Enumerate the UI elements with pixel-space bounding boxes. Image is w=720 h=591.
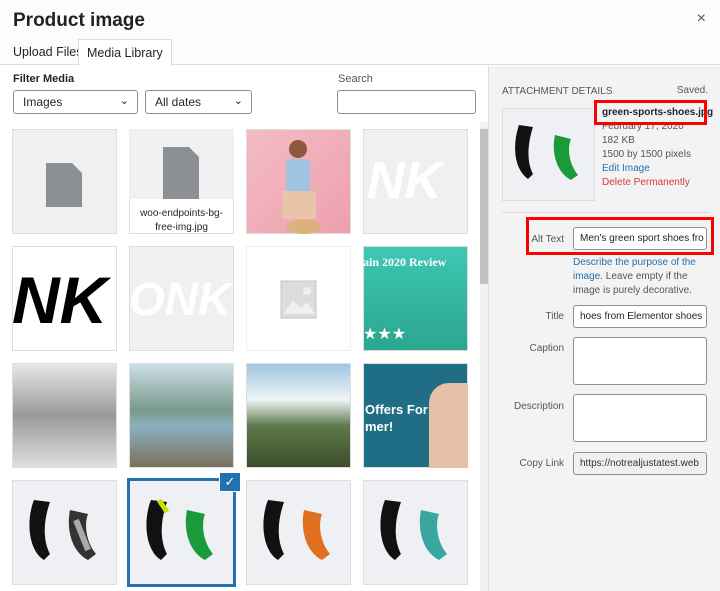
edit-image-link[interactable]: Edit Image: [602, 163, 650, 174]
highlight-box: [594, 100, 707, 125]
image-placeholder-icon: [280, 280, 317, 319]
scrollbar-thumb[interactable]: [480, 129, 488, 284]
media-item[interactable]: [12, 480, 117, 585]
delete-permanently-link[interactable]: Delete Permanently: [602, 177, 690, 188]
media-item[interactable]: [12, 129, 117, 234]
shoes-photo: [380, 500, 447, 560]
shoes-photo: [146, 498, 213, 560]
chevron-down-icon: ⌄: [233, 95, 243, 107]
review-title: ain 2020 Review: [363, 255, 447, 269]
title-label: Title: [545, 311, 564, 322]
media-item[interactable]: woo-endpoints-bg-free-img.jpg: [129, 129, 234, 234]
star-rating: ★★★: [363, 326, 407, 343]
attachment-size: 182 KB: [602, 135, 635, 146]
file-name: woo-endpoints-bg-free-img.jpg: [140, 208, 223, 233]
copy-link-input[interactable]: https://notrealjustatest.web: [573, 452, 707, 475]
highlight-box: [526, 217, 714, 255]
modal-title: Product image: [13, 10, 145, 31]
banner-text: mer!: [365, 419, 394, 434]
banner-text: Offers For: [365, 402, 428, 417]
woman-photo: [282, 140, 322, 234]
media-item[interactable]: ONK: [129, 246, 234, 351]
title-input[interactable]: hoes from Elementor shoes: [573, 305, 707, 328]
modal-header: Product image × Upload Files Media Libra…: [0, 0, 720, 66]
attachment-thumbnail: [502, 108, 595, 201]
document-icon: [46, 163, 82, 207]
checkmark-icon[interactable]: ✓: [220, 473, 240, 491]
media-item[interactable]: NK: [363, 129, 468, 234]
attachment-details-heading: ATTACHMENT DETAILS: [502, 86, 613, 97]
copy-link-label: Copy Link: [519, 458, 564, 469]
shoes-photo: [29, 500, 96, 560]
attachment-details-panel: ATTACHMENT DETAILS Saved. green-sports-s…: [488, 66, 720, 591]
media-type-select[interactable]: Images ⌄: [13, 90, 138, 114]
media-item-selected[interactable]: [127, 478, 236, 587]
logo-text: NK: [164, 273, 232, 325]
search-label: Search: [338, 73, 373, 85]
document-icon: [129, 129, 234, 199]
date-value: All dates: [155, 95, 202, 109]
logo-text: NK: [12, 263, 108, 337]
media-type-value: Images: [23, 95, 63, 109]
media-item[interactable]: [246, 129, 351, 234]
divider: [502, 212, 709, 213]
saved-status: Saved.: [676, 85, 708, 96]
search-input[interactable]: [337, 90, 476, 114]
media-item[interactable]: NK: [12, 246, 117, 351]
description-textarea[interactable]: [573, 394, 707, 442]
caption-textarea[interactable]: [573, 337, 707, 385]
media-item[interactable]: Offers For mer!: [363, 363, 468, 468]
logo-text: NK: [367, 152, 443, 210]
tab-media-library[interactable]: Media Library: [78, 39, 172, 66]
shoes-photo: [263, 500, 330, 560]
date-select[interactable]: All dates ⌄: [145, 90, 252, 114]
media-item[interactable]: [129, 363, 234, 468]
media-item[interactable]: ain 2020 Review ★★★: [363, 246, 468, 351]
caption-label: Caption: [529, 343, 564, 354]
shoes-photo: [515, 125, 578, 180]
close-icon[interactable]: ×: [697, 10, 706, 28]
media-item[interactable]: [246, 480, 351, 585]
media-item[interactable]: [246, 363, 351, 468]
description-label: Description: [513, 401, 564, 412]
chevron-down-icon: ⌄: [119, 95, 129, 107]
tab-upload-files[interactable]: Upload Files: [13, 39, 82, 66]
media-item[interactable]: [12, 363, 117, 468]
attachment-dimensions: 1500 by 1500 pixels: [602, 149, 691, 160]
media-item[interactable]: [246, 246, 351, 351]
filter-media-label: Filter Media: [13, 73, 75, 85]
media-item[interactable]: [363, 480, 468, 585]
